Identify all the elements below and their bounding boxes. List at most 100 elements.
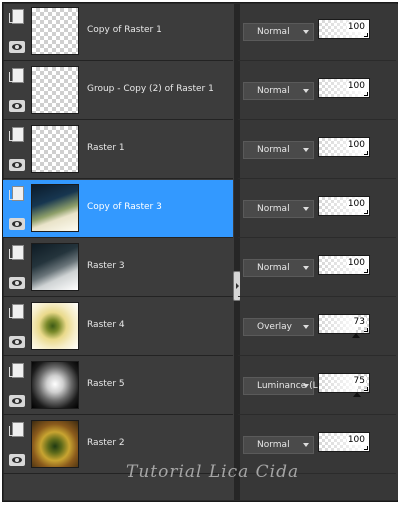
opacity-slider[interactable]: 100 — [318, 19, 370, 39]
blend-mode-dropdown[interactable]: Normal — [243, 200, 314, 218]
layer-name: Copy of Raster 1 — [87, 25, 162, 35]
blend-mode-dropdown[interactable]: Normal — [243, 23, 314, 41]
opacity-slider[interactable]: 100 — [318, 78, 370, 98]
resize-corner-icon — [364, 387, 368, 391]
layer-row[interactable]: Raster 1 — [3, 121, 233, 179]
layer-thumbnail — [31, 184, 79, 232]
layer-name: Raster 5 — [87, 379, 125, 389]
layer-thumbnail-image — [32, 303, 78, 349]
opacity-value: 75 — [352, 376, 366, 386]
layer-blend-row: Luminance (L) 75 — [238, 357, 396, 415]
opacity-slider[interactable]: 100 — [318, 432, 370, 452]
layer-thumbnail — [31, 7, 79, 55]
resize-corner-icon — [364, 210, 368, 214]
layer-link-icon[interactable] — [9, 68, 24, 83]
visibility-eye-icon[interactable] — [9, 218, 25, 230]
layer-link-icon[interactable] — [9, 186, 24, 201]
layer-link-icon[interactable] — [9, 9, 24, 24]
layer-icons — [9, 361, 27, 411]
visibility-eye-icon[interactable] — [9, 454, 25, 466]
visibility-eye-icon[interactable] — [9, 41, 25, 53]
opacity-slider[interactable]: 100 — [318, 255, 370, 275]
watermark-text: Tutorial Lica Cida — [126, 462, 300, 482]
resize-corner-icon — [364, 151, 368, 155]
blend-mode-dropdown[interactable]: Normal — [243, 436, 314, 454]
layer-blend-row: Normal 100 — [238, 3, 396, 61]
opacity-fill — [319, 315, 356, 333]
opacity-marker-icon[interactable] — [352, 392, 361, 397]
blend-mode-value: Normal — [257, 86, 290, 96]
dropdown-caret-icon — [303, 207, 309, 211]
layer-row[interactable]: Raster 3 — [3, 239, 233, 297]
dropdown-caret-icon — [303, 384, 309, 388]
layer-link-icon[interactable] — [9, 304, 24, 319]
layer-thumbnail — [31, 361, 79, 409]
visibility-eye-icon[interactable] — [9, 395, 25, 407]
dropdown-caret-icon — [303, 266, 309, 270]
layer-thumbnail-image — [32, 244, 78, 290]
blend-mode-dropdown[interactable]: Luminance (L) — [243, 377, 321, 395]
layer-icons — [9, 420, 27, 470]
layer-blend-row: Normal 100 — [238, 239, 396, 297]
blend-mode-dropdown[interactable]: Normal — [243, 259, 314, 277]
layer-thumbnail-image — [32, 8, 78, 54]
layer-icons — [9, 184, 27, 234]
layer-blend-row: Normal 100 — [238, 180, 396, 238]
blend-mode-value: Normal — [257, 440, 290, 450]
layer-thumbnail-image — [32, 67, 78, 113]
blend-mode-value: Normal — [257, 145, 290, 155]
layer-thumbnail-image — [32, 126, 78, 172]
layer-row[interactable]: Raster 4 — [3, 298, 233, 356]
layer-thumbnail-image — [32, 362, 78, 408]
layer-name: Raster 2 — [87, 438, 125, 448]
layer-row[interactable]: Copy of Raster 3 — [3, 180, 233, 238]
resize-corner-icon — [364, 446, 368, 450]
visibility-eye-icon[interactable] — [9, 336, 25, 348]
layer-thumbnail — [31, 66, 79, 114]
layer-thumbnail — [31, 125, 79, 173]
layer-blend-row: Normal 100 — [238, 121, 396, 179]
opacity-marker-icon[interactable] — [351, 333, 360, 338]
layer-thumbnail — [31, 420, 79, 468]
layer-thumbnail — [31, 243, 79, 291]
resize-corner-icon — [364, 33, 368, 37]
blend-mode-dropdown[interactable]: Normal — [243, 82, 314, 100]
opacity-slider[interactable]: 100 — [318, 137, 370, 157]
layer-row[interactable]: Group - Copy (2) of Raster 1 — [3, 62, 233, 120]
opacity-value: 73 — [352, 317, 366, 327]
dropdown-caret-icon — [303, 148, 309, 152]
layer-row[interactable]: Raster 5 — [3, 357, 233, 415]
opacity-value: 100 — [346, 81, 366, 91]
visibility-eye-icon[interactable] — [9, 159, 25, 171]
layer-thumbnail — [31, 302, 79, 350]
layer-link-icon[interactable] — [9, 422, 24, 437]
opacity-slider[interactable]: 75 — [318, 373, 370, 397]
opacity-fill — [319, 374, 357, 392]
visibility-eye-icon[interactable] — [9, 100, 25, 112]
opacity-slider[interactable]: 73 — [318, 314, 370, 338]
visibility-eye-icon[interactable] — [9, 277, 25, 289]
blend-mode-value: Normal — [257, 27, 290, 37]
layer-link-icon[interactable] — [9, 127, 24, 142]
layer-blend-row: Normal 100 — [238, 62, 396, 120]
resize-corner-icon — [364, 92, 368, 96]
blend-mode-dropdown[interactable]: Overlay — [243, 318, 314, 336]
layer-icons — [9, 302, 27, 352]
dropdown-caret-icon — [303, 30, 309, 34]
layer-link-icon[interactable] — [9, 245, 24, 260]
layer-name: Group - Copy (2) of Raster 1 — [87, 84, 214, 94]
layer-name: Raster 3 — [87, 261, 125, 271]
resize-corner-icon — [364, 269, 368, 273]
dropdown-caret-icon — [303, 443, 309, 447]
layer-row[interactable]: Copy of Raster 1 — [3, 3, 233, 61]
layer-name: Raster 4 — [87, 320, 125, 330]
blend-mode-value: Overlay — [257, 322, 292, 332]
blend-mode-dropdown[interactable]: Normal — [243, 141, 314, 159]
opacity-value: 100 — [346, 22, 366, 32]
layer-name: Copy of Raster 3 — [87, 202, 162, 212]
layer-link-icon[interactable] — [9, 363, 24, 378]
layer-icons — [9, 7, 27, 57]
dropdown-caret-icon — [303, 89, 309, 93]
opacity-slider[interactable]: 100 — [318, 196, 370, 216]
opacity-value: 100 — [346, 435, 366, 445]
